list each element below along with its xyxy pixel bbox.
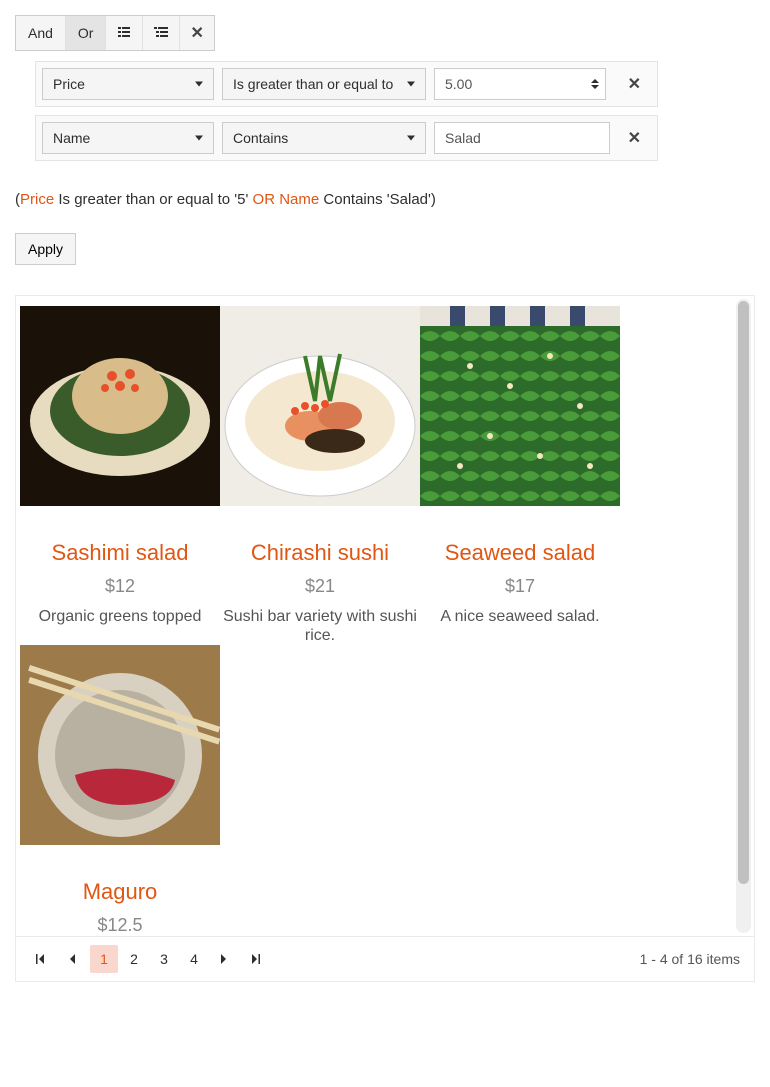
filter-expression-preview: (Price Is greater than or equal to '5' O… (15, 191, 755, 208)
value-text-input[interactable] (434, 122, 610, 154)
field-select-value: Name (53, 130, 90, 146)
scrollbar[interactable] (736, 299, 751, 933)
item-description: Sushi bar variety with sushi rice. (220, 607, 420, 645)
chevron-right-icon (219, 953, 229, 965)
filter-logic-toolbar: And Or ✕ (15, 15, 215, 51)
add-expression-icon (116, 24, 132, 43)
pager-last-button[interactable] (242, 945, 270, 973)
item-image (420, 306, 620, 506)
first-page-icon (34, 953, 46, 965)
value-numeric-input[interactable]: 5.00 (434, 68, 606, 100)
item-price: $12.5 (20, 915, 220, 936)
filter-row: Name Contains ✕ (35, 115, 658, 161)
item-price: $12 (20, 576, 220, 597)
logic-and-button[interactable]: And (16, 16, 66, 50)
item-price: $21 (220, 576, 420, 597)
pager-info: 1 - 4 of 16 items (640, 951, 744, 967)
item-description: A nice seaweed salad. (420, 607, 620, 626)
chevron-down-icon (591, 85, 599, 89)
chevron-left-icon (67, 953, 77, 965)
filter-row: Price Is greater than or equal to 5.00 ✕ (35, 61, 658, 107)
chevron-down-icon (195, 82, 203, 87)
operator-select-value: Contains (233, 130, 288, 146)
pager-first-button[interactable] (26, 945, 54, 973)
close-icon: ✕ (628, 130, 641, 147)
item-title: Chirashi sushi (220, 540, 420, 566)
logic-or-button[interactable]: Or (66, 16, 107, 50)
pager-page-number[interactable]: 3 (150, 945, 178, 973)
listview[interactable]: Sashimi salad $12 Organic greens topped … (16, 296, 754, 936)
item-image (20, 645, 220, 845)
pager-next-button[interactable] (210, 945, 238, 973)
pager-page-number[interactable]: 1 (90, 945, 118, 973)
operator-select[interactable]: Is greater than or equal to (222, 68, 426, 100)
field-select-value: Price (53, 76, 85, 92)
item-title: Seaweed salad (420, 540, 620, 566)
numeric-value: 5.00 (445, 76, 472, 92)
pager-page-number[interactable]: 4 (180, 945, 208, 973)
close-icon: ✕ (190, 23, 203, 43)
list-item[interactable]: Maguro $12.5 Tuna pieces. (20, 645, 220, 936)
chevron-up-icon (591, 79, 599, 83)
filter-rows-container: Price Is greater than or equal to 5.00 ✕… (35, 61, 755, 161)
pager-prev-button[interactable] (58, 945, 86, 973)
pager-page-number[interactable]: 2 (120, 945, 148, 973)
add-group-button[interactable] (143, 16, 180, 50)
remove-filter-button[interactable]: ✕ (618, 74, 651, 94)
close-icon: ✕ (628, 76, 641, 93)
apply-button[interactable]: Apply (15, 233, 76, 265)
chevron-down-icon (407, 136, 415, 141)
remove-filter-button[interactable]: ✕ (618, 128, 651, 148)
list-item[interactable]: Chirashi sushi $21 Sushi bar variety wit… (220, 306, 420, 645)
item-title: Sashimi salad (20, 540, 220, 566)
add-expression-button[interactable] (106, 16, 143, 50)
listview-container: Sashimi salad $12 Organic greens topped … (15, 295, 755, 982)
item-title: Maguro (20, 879, 220, 905)
chevron-down-icon (195, 136, 203, 141)
item-price: $17 (420, 576, 620, 597)
add-group-icon (153, 24, 169, 43)
operator-select-value: Is greater than or equal to (233, 76, 393, 92)
scrollbar-thumb[interactable] (738, 301, 749, 884)
last-page-icon (250, 953, 262, 965)
list-item[interactable]: Seaweed salad $17 A nice seaweed salad. (420, 306, 620, 645)
item-description: Organic greens topped (20, 607, 220, 626)
list-item[interactable]: Sashimi salad $12 Organic greens topped (20, 306, 220, 645)
clear-filter-button[interactable]: ✕ (180, 16, 213, 50)
field-select[interactable]: Price (42, 68, 214, 100)
item-image (220, 306, 420, 506)
pager: 1 2 3 4 1 - 4 of 16 items (16, 936, 754, 981)
item-image (20, 306, 220, 506)
chevron-down-icon (407, 82, 415, 87)
spinner-buttons[interactable] (591, 79, 599, 89)
operator-select[interactable]: Contains (222, 122, 426, 154)
field-select[interactable]: Name (42, 122, 214, 154)
